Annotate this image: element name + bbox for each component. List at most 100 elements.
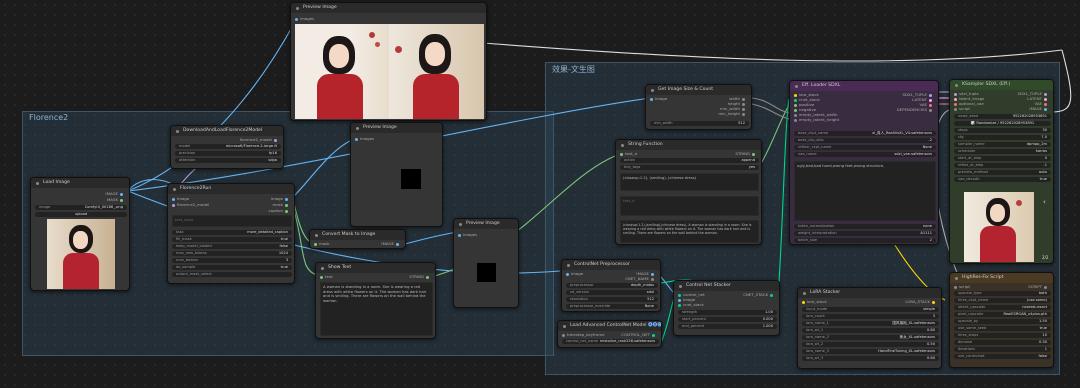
input-images[interactable]: images xyxy=(355,136,374,141)
input-timestep-keyframe[interactable]: timestep_keyframe xyxy=(562,332,605,337)
highres-fix-script-node[interactable]: HighRes-Fix Script script SCRIPT upscale… xyxy=(949,272,1054,368)
text-a-field[interactable]: (closeup:1.2), (smiling), (chinese dress… xyxy=(620,173,759,191)
widget-preprocessor-override[interactable]: preprocessor_override None xyxy=(566,304,658,309)
widget-lora-wt-1[interactable]: lora_wt_1 0.80 xyxy=(802,328,939,333)
widget-vae-name[interactable]: vae_name sdxl_vae.safetensors xyxy=(794,152,936,157)
widget-weight-interpretation[interactable]: weight_interpretation A1111 xyxy=(794,231,936,236)
widget-token-normalization[interactable]: token_normalization none xyxy=(794,224,936,229)
output-florence2-model[interactable]: florence2_model xyxy=(240,137,279,142)
output-image[interactable]: IMAGE xyxy=(105,191,125,196)
output-control-net[interactable]: CONTROL_NET xyxy=(621,332,657,337)
ksampler-sdxl-node[interactable]: KSampler SDXL (Eff.) sdxl_tuple latent_i… xyxy=(949,79,1054,264)
negative-prompt-field[interactable]: ugly,bad,bad hand,wrong feet,wrong struc… xyxy=(794,161,936,221)
eff-loader-sdxl-node[interactable]: Eff. Loader SDXL lora_stack cnet_stack p… xyxy=(789,80,939,245)
load-advanced-controlnet-node[interactable]: Load Advanced ControlNet Model 🅐🅓🅒 times… xyxy=(557,320,662,348)
widget-lora-name-1[interactable]: lora_name_1 国风旗袍_XL.safetensors xyxy=(802,321,939,326)
widget-steps[interactable]: steps 30 xyxy=(954,128,1051,133)
widget-upscale-by[interactable]: upscale_by 1.50 xyxy=(954,319,1051,324)
output-script[interactable]: SCRIPT xyxy=(1028,284,1049,289)
output-image[interactable]: IMAGE xyxy=(381,241,401,246)
caption-text[interactable]: A woman is standing in a room. She is we… xyxy=(320,282,433,336)
widget-lora-wt-2[interactable]: lora_wt_2 0.50 xyxy=(802,342,939,347)
widget-end-percent[interactable]: end_percent 1.000 xyxy=(678,324,777,329)
widget-base-ckpt-name[interactable]: base_ckpt_name xl_真人_RealVisXL_V4.safeten… xyxy=(794,131,936,136)
widget-start-at-step[interactable]: start_at_step 0 xyxy=(954,156,1051,161)
widget-pixel-upscaler[interactable]: pixel_upscaler RealESRGAN_x4plus.pth xyxy=(954,312,1051,317)
preview-image-top-node[interactable]: Preview Image images xyxy=(290,2,487,121)
text-input-field[interactable]: text_input xyxy=(172,215,292,227)
widget-latent-upscaler[interactable]: latent_upscaler nearest-exact xyxy=(954,305,1051,310)
widget-cfg[interactable]: cfg 7.0 xyxy=(954,135,1051,140)
widget-image-file[interactable]: image ComfyUI_00186_.png xyxy=(35,205,127,210)
controlnet-preprocessor-node[interactable]: ControlNet Preprocessor image IMAGE CNET… xyxy=(561,259,661,312)
load-image-node[interactable]: Load Image IMAGE MASK image ComfyUI_00186… xyxy=(30,177,130,291)
string-function-node[interactable]: String Function text_a STRING action appe… xyxy=(615,139,762,245)
output-string[interactable]: STRING xyxy=(409,274,431,279)
widget-use-same-seed[interactable]: use_same_seed true xyxy=(954,326,1051,331)
input-mask[interactable]: mask xyxy=(314,241,329,246)
input-lora-stack[interactable]: lora_stack xyxy=(802,299,827,304)
control-net-stacker-node[interactable]: Control Net Stacker control_net image cn… xyxy=(673,280,780,336)
input-cnet-stack[interactable]: cnet_stack xyxy=(678,302,704,307)
input-images[interactable]: images xyxy=(295,16,314,21)
output-caption[interactable]: caption xyxy=(269,208,290,213)
convert-mask-node[interactable]: Convert Mask to Image mask IMAGE xyxy=(309,229,406,249)
input-text[interactable]: text xyxy=(320,274,333,279)
output-string[interactable]: STRING xyxy=(735,151,757,156)
widget-sd-version[interactable]: sd_version sdxl xyxy=(566,290,658,295)
widget-min-width[interactable]: min_width 512 xyxy=(650,121,749,126)
widget-start-percent[interactable]: start_percent 0.000 xyxy=(678,317,777,322)
widget-input-mode[interactable]: input_mode simple xyxy=(802,307,939,312)
widget-lora-count[interactable]: lora_count 3 xyxy=(802,314,939,319)
widget-control-net-name[interactable]: control_net_name mistoline_rank256.safete… xyxy=(562,339,659,344)
preview-image-lower-node[interactable]: Preview Image images xyxy=(453,218,519,308)
lora-stacker-node[interactable]: LoRA Stacker lora_stack LORA_STACK input… xyxy=(797,287,942,369)
widget-action[interactable]: action append xyxy=(620,158,759,163)
widget-noise-seed[interactable]: noise_seed 952262028953891 xyxy=(954,114,1051,119)
widget-max-new-tokens[interactable]: max_new_tokens 1024 xyxy=(172,251,292,256)
input-script[interactable]: script xyxy=(954,106,970,111)
widget-task[interactable]: task more_detailed_caption xyxy=(172,230,292,235)
input-image[interactable]: image xyxy=(172,196,189,201)
widget-sampler-name[interactable]: sampler_name dpmpp_2m xyxy=(954,142,1051,147)
output-mask[interactable]: MASK xyxy=(107,197,125,202)
widget-preview-method[interactable]: preview_method auto xyxy=(954,170,1051,175)
widget-attention[interactable]: attention sdpa xyxy=(175,158,281,163)
widget-hires-steps[interactable]: hires_steps 10 xyxy=(954,333,1051,338)
florence2-run-node[interactable]: Florence2Run image florence2_model image… xyxy=(167,183,295,284)
output-dependencies[interactable]: DEPENDENCIES xyxy=(897,107,934,112)
widget-upscale-type[interactable]: upscale_type both xyxy=(954,291,1051,296)
input-florence2-model[interactable]: florence2_model xyxy=(172,202,209,207)
input-script[interactable]: script xyxy=(954,284,970,289)
widget-num-beams[interactable]: num_beams 3 xyxy=(172,258,292,263)
widget-scheduler[interactable]: scheduler karras xyxy=(954,149,1051,154)
input-image[interactable]: image xyxy=(650,96,667,101)
output-lora-stack[interactable]: LORA_STACK xyxy=(905,299,937,304)
widget-output-mask-select[interactable]: output_mask_select xyxy=(172,272,292,277)
widget-batch-size[interactable]: batch_size 2 xyxy=(794,238,936,243)
input-images[interactable]: images xyxy=(458,232,477,237)
widget-use-controlnet[interactable]: use_controlnet false xyxy=(954,354,1051,359)
widget-resolution[interactable]: resolution 512 xyxy=(566,297,658,302)
widget-denoise[interactable]: denoise 0.30 xyxy=(954,340,1051,345)
widget-do-sample[interactable]: do_sample true xyxy=(172,265,292,270)
result-text[interactable]: (closeup:1.2),(smiling),(chinese dress),… xyxy=(620,220,759,243)
widget-preprocessor[interactable]: preprocessor depth_midas xyxy=(566,283,658,288)
widget-lora-name-3[interactable]: lora_name_3 HandFineTuning_XL.safetensors xyxy=(802,349,939,354)
widget-strength[interactable]: strength 1.00 xyxy=(678,310,777,315)
input-empty-latent-height[interactable]: empty_latent_height xyxy=(794,117,839,122)
output-image[interactable]: image xyxy=(271,196,290,201)
output-min-height[interactable]: min_height xyxy=(718,111,747,116)
randomize-seed-button[interactable]: 🎲 Randomize / 952262028953891 xyxy=(954,121,1051,126)
widget-lora-wt-3[interactable]: lora_wt_3 0.60 xyxy=(802,356,939,361)
output-cnet-stack[interactable]: CNET_STACK xyxy=(743,292,775,297)
output-mask[interactable]: mask xyxy=(273,202,290,207)
input-image[interactable]: image xyxy=(566,271,583,276)
widget-base-clip-skip[interactable]: base_clip_skip -2 xyxy=(794,138,936,143)
input-text-a[interactable]: text_a xyxy=(620,151,637,156)
widget-hires-ckpt-name[interactable]: hires_ckpt_name (use same) xyxy=(954,298,1051,303)
widget-tidy-tags[interactable]: tidy_tags yes xyxy=(620,165,759,170)
widget-lora-name-2[interactable]: lora_name_2 美女_XL.safetensors xyxy=(802,335,939,340)
widget-precision[interactable]: precision fp16 xyxy=(175,151,281,156)
get-image-size-node[interactable]: Get Image Size & Count image width heigh… xyxy=(645,84,752,130)
